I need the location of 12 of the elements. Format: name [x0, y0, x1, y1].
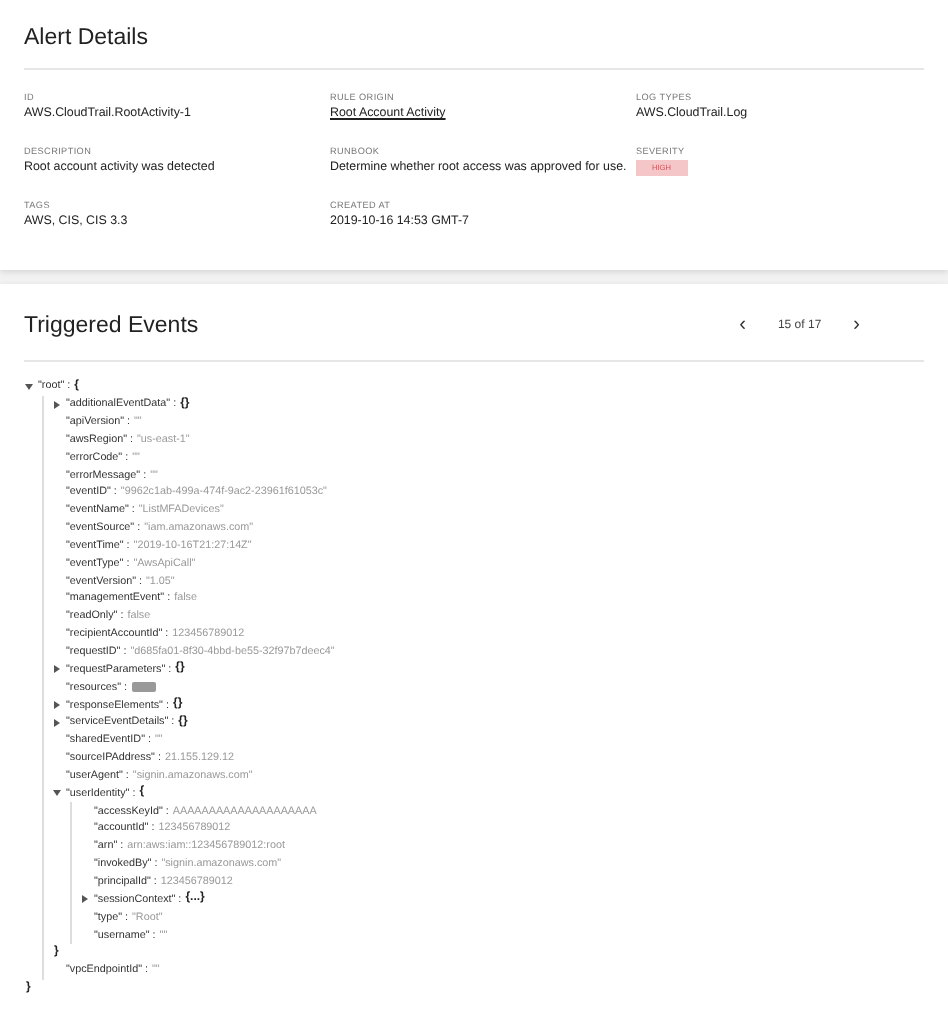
previous-button[interactable]: ‹ [723, 314, 762, 338]
caret-down-icon[interactable] [52, 788, 62, 799]
caret-right-icon[interactable] [52, 717, 62, 728]
caret-down-icon[interactable] [24, 381, 34, 392]
section-title: Triggered Events [24, 312, 199, 340]
caret-right-icon[interactable] [80, 894, 90, 905]
next-button[interactable]: › [837, 314, 876, 338]
caret-right-icon[interactable] [52, 700, 62, 711]
collapsed-array-chip [131, 682, 155, 693]
caret-right-icon[interactable] [52, 664, 62, 675]
caret-right-icon[interactable] [52, 399, 62, 410]
section-title: Alert Details [24, 24, 150, 52]
